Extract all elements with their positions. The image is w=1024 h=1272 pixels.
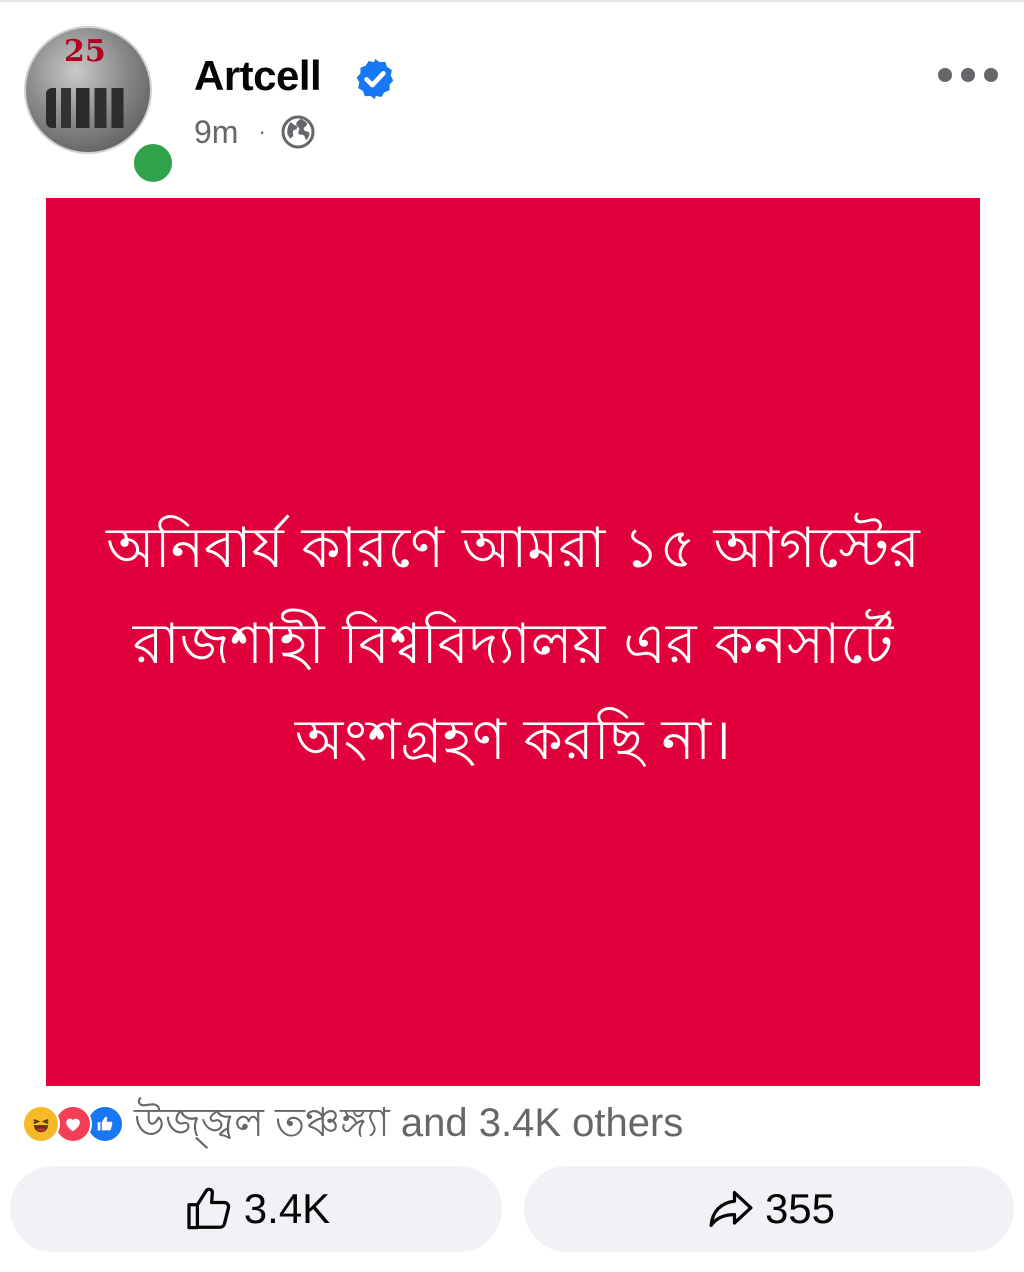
- reactions-text[interactable]: উজ্জ্বল তঞ্চঙ্গ্যা and 3.4K others: [134, 1091, 683, 1158]
- share-count: 355: [764, 1185, 836, 1232]
- like-button[interactable]: 3.4K: [10, 1166, 502, 1252]
- globe-icon: [281, 115, 315, 149]
- thumbs-up-icon: [187, 1187, 230, 1230]
- page-name[interactable]: Artcell: [194, 52, 322, 100]
- post-meta: 9m ·: [194, 112, 316, 152]
- share-button[interactable]: 355: [524, 1166, 1014, 1252]
- more-options-icon[interactable]: [938, 58, 998, 92]
- meta-separator: ·: [258, 119, 266, 144]
- reactions-summary[interactable]: উজ্জ্বল তঞ্চঙ্গ্যা and 3.4K others: [22, 1098, 683, 1150]
- post-header: 25 Artcell 9m ·: [0, 0, 1024, 186]
- avatar-badge-text: 25: [64, 34, 106, 69]
- like-count: 3.4K: [243, 1185, 331, 1232]
- page-avatar[interactable]: 25: [24, 26, 176, 186]
- verified-badge-icon: [356, 58, 394, 100]
- haha-icon: [22, 1105, 60, 1143]
- post-time[interactable]: 9m: [194, 114, 238, 151]
- online-status-dot: [130, 140, 176, 186]
- avatar: 25: [24, 26, 152, 154]
- share-arrow-icon: [709, 1191, 753, 1227]
- post-text-card: অনিবার্য কারণে আমরা ১৫ আগস্টের রাজশাহী ব…: [46, 198, 980, 1086]
- post-text: অনিবার্য কারণে আমরা ১৫ আগস্টের রাজশাহী ব…: [106, 516, 920, 773]
- avatar-band-photo: [46, 88, 130, 128]
